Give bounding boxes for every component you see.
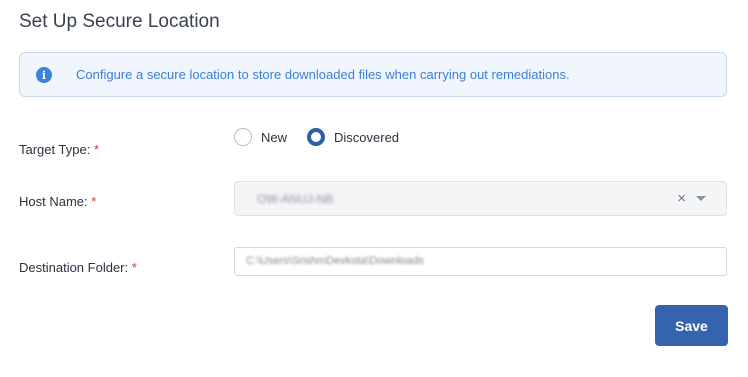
page-title: Set Up Secure Location [19, 11, 220, 32]
destination-folder-label: Destination Folder: * [19, 260, 137, 275]
destination-folder-value: C:\Users\SrishmDevkota\Downloads [246, 255, 424, 267]
destination-folder-input[interactable]: C:\Users\SrishmDevkota\Downloads [234, 247, 727, 276]
save-button[interactable]: Save [655, 305, 728, 346]
radio-discovered-label[interactable]: Discovered [334, 130, 399, 145]
radio-new[interactable] [234, 128, 252, 146]
required-asterisk: * [91, 194, 97, 209]
required-asterisk: * [93, 142, 99, 157]
chevron-down-icon[interactable] [696, 196, 706, 201]
target-type-label: Target Type: * [19, 142, 99, 157]
radio-new-label[interactable]: New [261, 130, 287, 145]
host-name-label-text: Host Name: [19, 194, 88, 209]
radio-discovered[interactable] [307, 128, 326, 146]
destination-folder-label-text: Destination Folder: [19, 260, 129, 275]
required-asterisk: * [131, 260, 137, 275]
info-banner: i Configure a secure location to store d… [19, 52, 727, 97]
target-type-label-text: Target Type: [19, 142, 91, 157]
info-icon: i [36, 67, 52, 83]
host-name-value: OW-ANUJ-NB [257, 192, 334, 206]
host-name-label: Host Name: * [19, 194, 96, 209]
host-name-select[interactable]: OW-ANUJ-NB × [234, 181, 727, 216]
info-text: Configure a secure location to store dow… [76, 67, 570, 82]
clear-icon[interactable]: × [677, 190, 686, 207]
target-type-radio-group: New Discovered [234, 128, 419, 146]
